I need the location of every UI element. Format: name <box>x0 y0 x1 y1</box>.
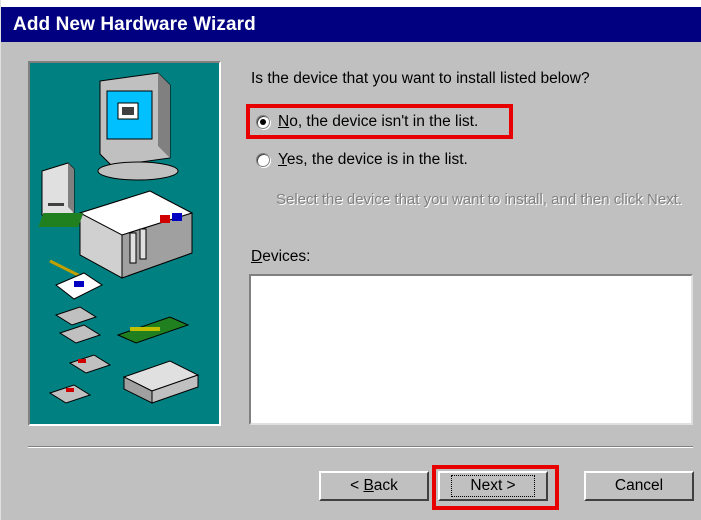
network-hub-icon <box>122 360 200 404</box>
back-button[interactable]: < Back <box>319 471 429 501</box>
cancel-button[interactable]: Cancel <box>584 471 694 501</box>
disabled-hint-text: Select the device that you want to insta… <box>276 191 683 208</box>
radio-yes-device-listed[interactable]: Yes, the device is in the list. <box>256 151 468 169</box>
monitor-icon <box>97 72 179 181</box>
document-icon <box>49 259 103 300</box>
highlight-box-no-option <box>246 104 513 139</box>
highlight-box-next-button <box>432 465 559 510</box>
radio-yes-label: Yes, the device is in the list. <box>278 151 468 168</box>
external-drive-icon <box>41 162 75 222</box>
separator-line <box>28 446 693 448</box>
devices-listbox[interactable] <box>249 274 693 425</box>
hardware-devices-illustration <box>28 61 221 426</box>
devices-label: Devices: <box>251 248 311 265</box>
window-title: Add New Hardware Wizard <box>13 14 256 35</box>
title-bar[interactable]: Add New Hardware Wizard <box>1 0 701 42</box>
floppy-disk-icon <box>48 306 112 404</box>
radio-button-unselected[interactable] <box>256 153 270 167</box>
wizard-window: Add New Hardware Wizard Is the device th… <box>0 0 701 520</box>
expansion-card-icon <box>116 316 190 344</box>
install-question: Is the device that you want to install l… <box>251 70 590 87</box>
